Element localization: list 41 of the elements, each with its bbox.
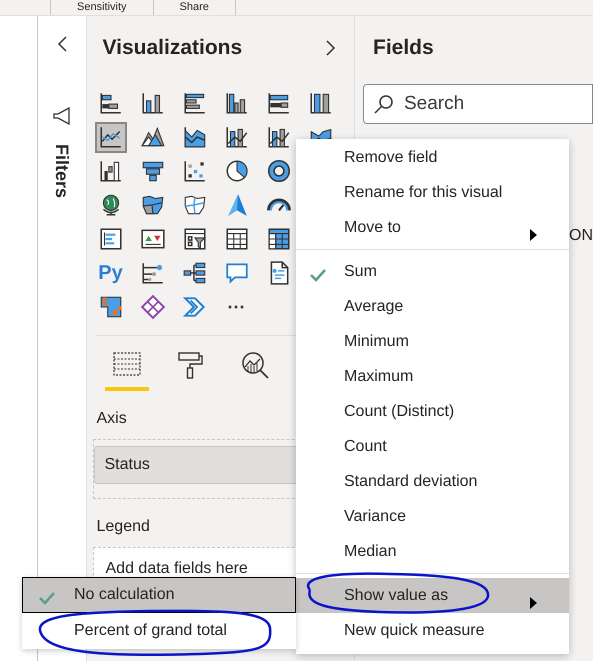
filter-icon [52, 106, 72, 126]
menu-item[interactable]: No calculation [22, 577, 296, 613]
field-name: ON [569, 226, 593, 246]
visual-type-button[interactable] [94, 122, 126, 152]
search-icon [373, 94, 393, 114]
pane-title: Fields [373, 35, 435, 61]
menu-item[interactable]: Maximum [296, 359, 569, 394]
visual-type-button[interactable]: Py [94, 258, 126, 288]
puzzle-icon [98, 294, 124, 320]
well-label: Legend [96, 516, 151, 536]
menu-item[interactable]: Rename for this visual [296, 175, 569, 210]
submenu-caret-icon [530, 596, 537, 609]
menu-item[interactable]: Remove field [296, 140, 569, 175]
pane-tab[interactable] [104, 350, 148, 390]
slicer-icon [182, 226, 208, 252]
expand-chevron-icon [325, 38, 336, 57]
menu-item[interactable]: Move to [296, 210, 569, 245]
menu-item[interactable]: Count (Distinct) [296, 394, 569, 429]
table-icon [224, 226, 250, 252]
well-label: Axis [96, 408, 128, 428]
menu-item[interactable]: Variance [296, 499, 569, 534]
pane-title: Visualizations [102, 35, 242, 61]
pie-chart-icon [224, 158, 250, 184]
donut-chart-icon [266, 158, 292, 184]
search-field[interactable]: Search [363, 84, 593, 124]
menu-item[interactable]: Sum [296, 254, 569, 289]
multi-row-card-icon [98, 226, 124, 252]
matrix-icon [266, 226, 292, 252]
ribbon-tab[interactable]: Sensitivity [50, 0, 154, 15]
menu-item[interactable]: Average [296, 289, 569, 324]
ribbon-tab[interactable]: Share [152, 0, 236, 15]
menu-item[interactable]: Percent of grand total [22, 613, 296, 649]
menu-item[interactable]: Minimum [296, 324, 569, 359]
submenu-caret-icon [530, 228, 537, 241]
pane-title: Filters [51, 144, 74, 198]
menu-item[interactable]: New quick measure [296, 613, 569, 648]
diamond-icon [140, 294, 166, 320]
visual-type-button[interactable]: ··· [220, 292, 252, 322]
collapse-chevron-icon [56, 34, 68, 53]
tree-diagram-icon [182, 260, 208, 286]
menu-item[interactable]: Show value as [296, 578, 569, 613]
